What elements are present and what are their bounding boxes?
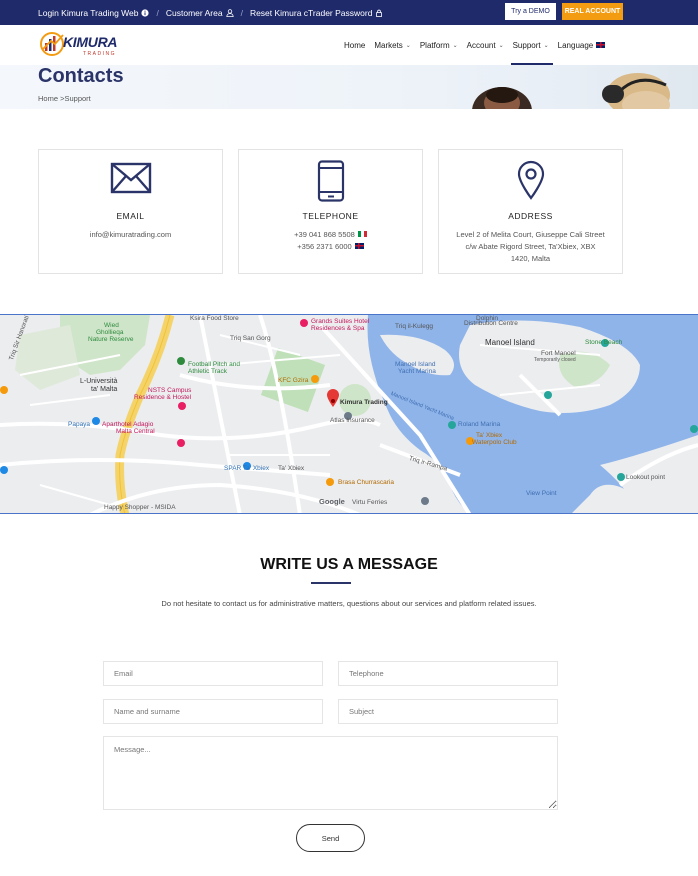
info-icon xyxy=(141,8,150,17)
map-label-nsts: NSTS Campus xyxy=(148,387,192,394)
lock-icon xyxy=(376,9,383,17)
separator: / xyxy=(156,7,159,18)
nav-item-markets[interactable]: Markets ⌄ xyxy=(374,25,410,65)
map-label-manoel-island: Manoel Island xyxy=(485,338,535,347)
map-label-manoel-marina: Manoel Island xyxy=(395,361,436,368)
page-title: Contacts xyxy=(38,65,124,87)
chevron-down-icon: ⌄ xyxy=(405,42,411,49)
map-label-fort-closed: Temporarily closed xyxy=(534,357,576,363)
map-label-football: Football Pitch and xyxy=(188,361,241,368)
address-text: Level 2 of Melita Court, Giuseppe Cali S… xyxy=(456,230,605,263)
map-label-brasa: Brasa Churrascaria xyxy=(338,479,394,486)
map-label-kfc: KFC Gzira xyxy=(278,377,309,384)
top-links: Login Kimura Trading Web / Customer Area… xyxy=(38,0,383,25)
uk-flag-icon xyxy=(354,243,364,249)
subject-input[interactable] xyxy=(338,699,558,724)
nav-item-platform[interactable]: Platform ⌄ xyxy=(420,25,458,65)
phone-icon xyxy=(317,160,344,202)
page-hero: Contacts Home >Support xyxy=(0,65,698,109)
breadcrumb-current: Support xyxy=(64,94,91,103)
chevron-down-icon: ⌄ xyxy=(543,42,549,49)
map-label-malta-central: Malta Central xyxy=(116,428,155,435)
map-label-fort-manoel: Fort Manoel xyxy=(541,350,576,357)
map-label-triq-kulegg: Triq il-Kulegg xyxy=(395,323,434,330)
uk-flag-icon xyxy=(596,42,606,48)
address-card-title: ADDRESS xyxy=(508,211,553,221)
map-label-happy: Happy Shopper - MSIDA xyxy=(104,504,176,511)
map-label-nature-reserve: Nature Reserve xyxy=(88,336,134,343)
map-label-xbiex: Ta' Xbiex xyxy=(278,465,305,472)
email-card-title: EMAIL xyxy=(116,211,145,221)
map-label-residences: Residences & Spa xyxy=(311,325,365,332)
logo-subtext: TRADING xyxy=(83,51,116,57)
breadcrumb: Home >Support xyxy=(38,94,91,103)
map-label-ta-malta: ta' Malta xyxy=(91,386,118,393)
login-web-link[interactable]: Login Kimura Trading Web xyxy=(38,8,150,18)
message-textarea[interactable] xyxy=(103,736,558,810)
try-demo-button[interactable]: Try a DEMO xyxy=(505,3,556,20)
customer-area-link[interactable]: Customer Area xyxy=(166,8,234,18)
telephone-input[interactable] xyxy=(338,661,558,686)
logo-text: KIMURA xyxy=(63,34,118,50)
map-label-athletic: Athletic Track xyxy=(188,368,228,375)
message-intro-text: Do not hesitate to contact us for admini… xyxy=(161,599,537,608)
nav-item-language[interactable]: Language xyxy=(558,25,606,65)
chevron-down-icon: ⌄ xyxy=(452,42,458,49)
map-label-ghollieqa: Ghollieqa xyxy=(96,329,124,336)
name-input[interactable] xyxy=(103,699,323,724)
main-nav: KIMURA TRADING Home Markets ⌄ Platform ⌄ A… xyxy=(0,25,698,65)
google-logo: Google xyxy=(319,497,345,506)
nav-item-account[interactable]: Account ⌄ xyxy=(467,25,504,65)
address-card: ADDRESS Level 2 of Melita Court, Giusepp… xyxy=(438,149,623,274)
telephone-card: TELEPHONE +39 041 868 5508 +356 2371 600… xyxy=(238,149,423,274)
map-label-spar: SPAR Ta' Xbiex xyxy=(224,465,270,472)
map-label-roland: Roland Marina xyxy=(458,421,501,428)
user-icon xyxy=(225,8,234,17)
email-card: EMAIL info@kimuratrading.com xyxy=(38,149,223,274)
message-section-title: WRITE US A MESSAGE xyxy=(260,556,438,573)
map-label-wied: Wied xyxy=(104,322,119,329)
phone-italy[interactable]: +39 041 868 5508 xyxy=(247,229,414,241)
map-label-papaya: Papaya xyxy=(68,421,91,428)
hero-people-image xyxy=(470,65,698,109)
location-pin-icon xyxy=(517,160,544,200)
top-bar: Login Kimura Trading Web / Customer Area… xyxy=(0,0,698,25)
map-label-universita: L-Università xyxy=(80,378,118,385)
telephone-card-title: TELEPHONE xyxy=(302,211,359,221)
reset-password-link[interactable]: Reset Kimura cTrader Password xyxy=(250,8,384,18)
map-label-kimura: Kimura Trading xyxy=(340,399,388,406)
email-address[interactable]: info@kimuratrading.com xyxy=(47,229,214,241)
real-account-button[interactable]: REAL ACCOUNT xyxy=(562,3,623,20)
map-label-atlas: Atlas Insurance xyxy=(330,417,375,424)
italy-flag-icon xyxy=(357,231,367,237)
map-label-yacht-marina: Yacht Marina xyxy=(398,368,436,375)
map-label-nsts-residence: Residence & Hostel xyxy=(134,394,192,401)
map-label-waterpolo: Waterpolo Club xyxy=(472,439,517,446)
map-label-aparthotel: Aparthotel Adagio xyxy=(102,421,154,428)
map-label-lookout: Lookout point xyxy=(626,474,666,481)
map-label-stone-beach: Stone Beach xyxy=(585,339,623,346)
email-input[interactable] xyxy=(103,661,323,686)
map-label-distribution: Distribution Centre xyxy=(464,320,518,327)
separator: / xyxy=(240,7,243,18)
nav-item-support[interactable]: Support ⌄ xyxy=(510,25,553,65)
map-label-triq-gorg: Triq San Gorg xyxy=(230,335,271,342)
google-map[interactable]: Wied Ghollieqa Nature Reserve L-Universi… xyxy=(0,314,698,514)
envelope-icon xyxy=(110,162,151,194)
map-label-view-point: View Point xyxy=(526,490,557,497)
map-label-ksira: Ksira Food Store xyxy=(190,315,239,322)
send-button[interactable]: Send xyxy=(296,824,365,852)
map-label-taxbiex-club: Ta' Xbiex xyxy=(476,432,503,439)
phone-uk[interactable]: +356 2371 6000 xyxy=(247,241,414,253)
title-underline xyxy=(311,582,351,584)
map-label-grands: Grands Suites Hotel xyxy=(311,318,370,325)
nav-menu: Home Markets ⌄ Platform ⌄ Account ⌄ Support… xyxy=(344,25,614,65)
kimura-logo[interactable]: KIMURA TRADING xyxy=(39,29,129,59)
chevron-down-icon: ⌄ xyxy=(498,42,504,49)
nav-item-home[interactable]: Home xyxy=(344,25,365,65)
map-label-virtu: Virtu Ferries xyxy=(352,499,388,506)
breadcrumb-home-link[interactable]: Home xyxy=(38,94,58,103)
